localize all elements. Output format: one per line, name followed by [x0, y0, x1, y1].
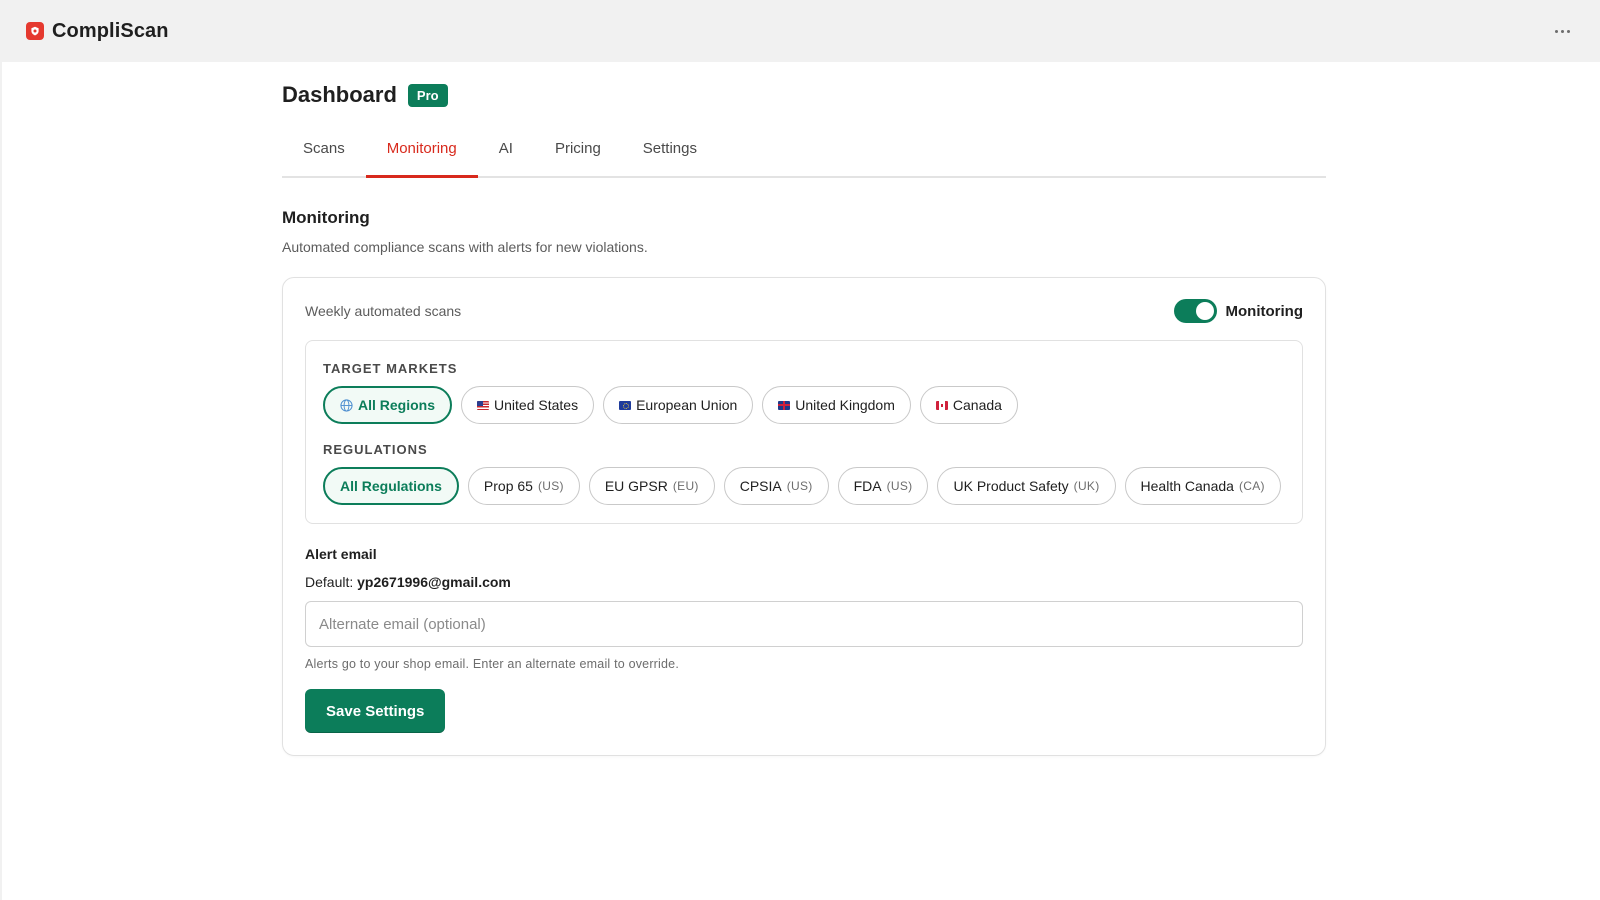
section-description: Automated compliance scans with alerts f…: [282, 239, 648, 255]
chip-label: Canada: [952, 397, 1002, 413]
toggle-label: Monitoring: [1225, 302, 1303, 320]
chip-label: Health Canada: [1140, 478, 1234, 494]
filters-panel: TARGET MARKETS All Regions United States…: [305, 340, 1303, 524]
chip-united-kingdom[interactable]: United Kingdom: [762, 386, 911, 424]
save-settings-button[interactable]: Save Settings: [305, 689, 446, 733]
chip-label: CPSIA: [739, 478, 782, 494]
page-header: Dashboard Pro: [282, 82, 1326, 108]
page-title: Dashboard: [282, 82, 397, 107]
chip-health-canada[interactable]: Health Canada (CA): [1124, 467, 1281, 505]
tab-monitoring[interactable]: Monitoring: [365, 134, 478, 178]
monitoring-card: Weekly automated scans Monitoring TARGET…: [282, 277, 1326, 756]
chip-eu-gpsr[interactable]: EU GPSR (EU): [588, 467, 715, 505]
chip-label: Prop 65: [483, 478, 533, 494]
chip-label: European Union: [636, 397, 738, 413]
uk-flag-icon: [778, 400, 791, 410]
eu-flag-icon: [619, 400, 632, 410]
main-area: Dashboard Pro Scans Monitoring AI Pricin…: [2, 62, 1600, 900]
chip-label: All Regions: [358, 397, 436, 413]
default-email: yp2671996@gmail.com: [357, 574, 511, 590]
chip-label: United Kingdom: [795, 397, 895, 413]
compliscan-logo-icon: [26, 22, 44, 40]
app-name: CompliScan: [52, 19, 169, 42]
chip-canada[interactable]: Canada: [919, 386, 1018, 424]
chip-region: (CA): [1238, 479, 1265, 493]
top-bar: CompliScan: [0, 0, 1600, 62]
monitoring-toggle-group: Monitoring: [1173, 299, 1303, 323]
alternate-email-input[interactable]: [305, 601, 1303, 647]
tab-bar: Scans Monitoring AI Pricing Settings: [282, 134, 1326, 178]
chip-label: UK Product Safety: [953, 478, 1069, 494]
plan-badge: Pro: [407, 83, 448, 107]
default-label: Default:: [305, 574, 354, 590]
tab-settings[interactable]: Settings: [622, 134, 718, 176]
card-label: Weekly automated scans: [305, 303, 462, 319]
monitoring-toggle[interactable]: [1173, 299, 1217, 323]
chip-region: (UK): [1073, 479, 1100, 493]
target-markets-title: TARGET MARKETS: [323, 361, 458, 376]
ca-flag-icon: [935, 400, 948, 410]
chip-cpsia[interactable]: CPSIA (US): [723, 467, 829, 505]
alert-email-title: Alert email: [305, 546, 377, 562]
chip-region: (EU): [672, 479, 699, 493]
card-header: Weekly automated scans Monitoring: [305, 298, 1303, 324]
chip-region: (US): [537, 479, 564, 493]
brand[interactable]: CompliScan: [26, 20, 169, 43]
tab-ai[interactable]: AI: [478, 134, 534, 176]
chip-prop-65[interactable]: Prop 65 (US): [467, 467, 580, 505]
email-help-text: Alerts go to your shop email. Enter an a…: [305, 657, 680, 671]
chip-region: (US): [786, 479, 813, 493]
chip-european-union[interactable]: European Union: [603, 386, 754, 424]
regulations-chip-row: All Regulations Prop 65 (US) EU GPSR (EU…: [323, 467, 1285, 505]
tab-scans[interactable]: Scans: [282, 134, 366, 176]
chip-region: (US): [886, 479, 913, 493]
section-title: Monitoring: [282, 208, 370, 227]
globe-icon: [340, 398, 353, 412]
chip-fda[interactable]: FDA (US): [837, 467, 929, 505]
tab-pricing[interactable]: Pricing: [534, 134, 622, 176]
chip-label: All Regulations: [340, 478, 442, 494]
chip-all-regions[interactable]: All Regions: [323, 386, 453, 424]
markets-chip-row: All Regions United States European Union…: [323, 386, 1285, 424]
chip-uk-product-safety[interactable]: UK Product Safety (UK): [937, 467, 1116, 505]
more-horizontal-icon[interactable]: [1548, 17, 1576, 45]
chip-all-regulations[interactable]: All Regulations: [323, 467, 459, 505]
content: Dashboard Pro Scans Monitoring AI Pricin…: [282, 62, 1326, 756]
chip-label: FDA: [853, 478, 882, 494]
default-email-line: Default: yp2671996@gmail.com: [305, 574, 1303, 590]
us-flag-icon: [477, 400, 490, 410]
regulations-title: REGULATIONS: [323, 442, 428, 457]
chip-united-states[interactable]: United States: [461, 386, 595, 424]
chip-label: EU GPSR: [604, 478, 668, 494]
chip-label: United States: [494, 397, 579, 413]
